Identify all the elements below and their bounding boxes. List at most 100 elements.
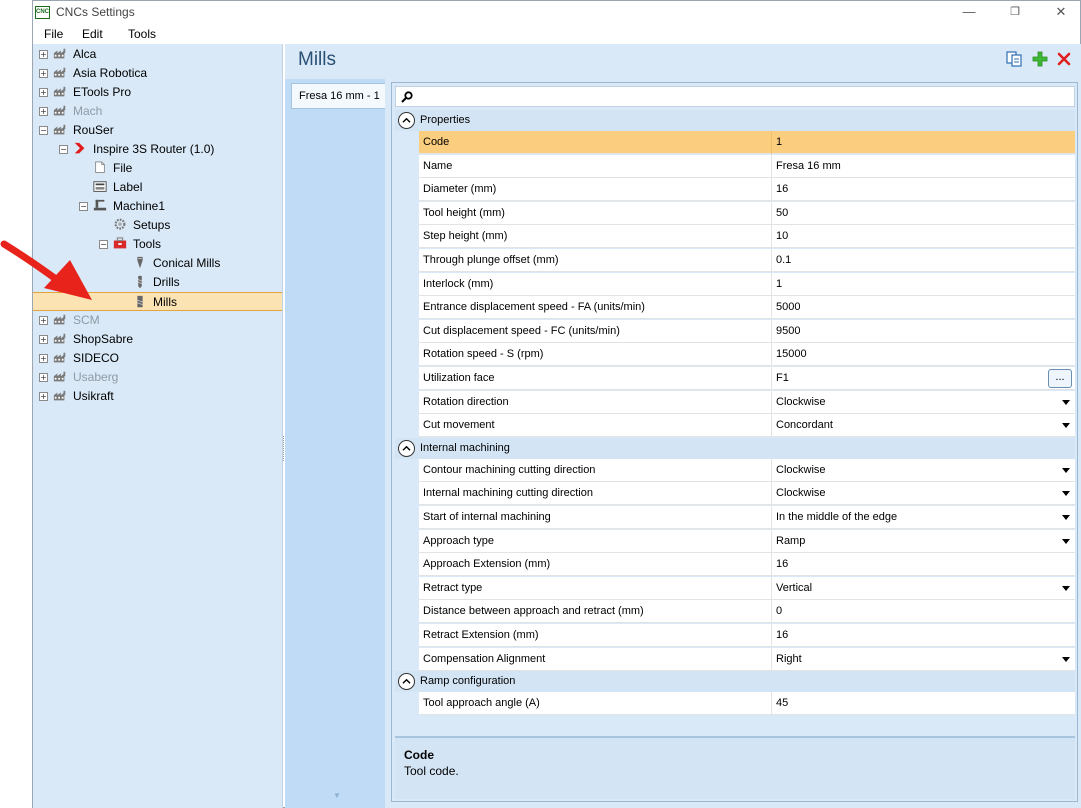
property-value[interactable]: 45: [776, 697, 788, 709]
tree-node-sideco[interactable]: + SIDECO: [33, 349, 282, 368]
property-row[interactable]: Tool approach angle (A) 45: [419, 692, 1075, 716]
property-row[interactable]: Approach Extension (mm) 16: [419, 553, 1075, 577]
column-divider[interactable]: [771, 201, 772, 225]
property-value[interactable]: 16: [776, 558, 788, 570]
column-divider[interactable]: [771, 131, 772, 154]
tree-node-mills[interactable]: Mills: [33, 292, 282, 311]
tree-node-conical-mills[interactable]: Conical Mills: [33, 254, 282, 273]
expand-icon[interactable]: +: [39, 392, 48, 401]
dropdown-arrow-icon[interactable]: [1062, 491, 1070, 497]
delete-icon[interactable]: [1056, 51, 1072, 67]
column-divider[interactable]: [771, 553, 772, 577]
property-row[interactable]: Code 1: [419, 131, 1075, 154]
tree-node-tools[interactable]: − Tools: [33, 235, 282, 254]
property-value[interactable]: 0: [776, 605, 782, 617]
property-value[interactable]: In the middle of the edge: [776, 511, 897, 523]
tree-node-label[interactable]: Label: [33, 178, 282, 197]
property-row[interactable]: Internal machining cutting direction Cloc…: [419, 482, 1075, 506]
property-value[interactable]: Right: [776, 653, 802, 665]
property-value[interactable]: Vertical: [776, 582, 812, 594]
tab-fresa-16mm[interactable]: Fresa 16 mm - 1: [291, 83, 385, 109]
column-divider[interactable]: [771, 319, 772, 343]
collapse-category-icon[interactable]: [398, 673, 415, 691]
column-divider[interactable]: [771, 482, 772, 506]
column-divider[interactable]: [771, 506, 772, 529]
menu-file[interactable]: File: [44, 27, 63, 41]
property-row[interactable]: Interlock (mm) 1: [419, 272, 1075, 296]
expand-icon[interactable]: +: [39, 316, 48, 325]
property-value[interactable]: 50: [776, 207, 788, 219]
column-divider[interactable]: [771, 272, 772, 296]
collapse-icon[interactable]: −: [59, 145, 68, 154]
menu-edit[interactable]: Edit: [82, 27, 103, 41]
tree-node-drills[interactable]: Drills: [33, 273, 282, 292]
property-row[interactable]: Name Fresa 16 mm: [419, 154, 1075, 178]
tree-node-scm[interactable]: + SCM: [33, 311, 282, 330]
column-divider[interactable]: [771, 647, 772, 671]
property-row[interactable]: Tool height (mm) 50: [419, 201, 1075, 225]
column-divider[interactable]: [771, 249, 772, 272]
dropdown-arrow-icon[interactable]: [1062, 585, 1070, 591]
property-row[interactable]: Through plunge offset (mm) 0.1: [419, 249, 1075, 272]
property-row[interactable]: Retract type Vertical: [419, 576, 1075, 600]
column-divider[interactable]: [771, 154, 772, 178]
property-value[interactable]: Clockwise: [776, 464, 826, 476]
expand-icon[interactable]: +: [39, 354, 48, 363]
tree-node-etools-pro[interactable]: + ETools Pro: [33, 83, 282, 102]
property-value[interactable]: 9500: [776, 325, 800, 337]
add-icon[interactable]: [1032, 51, 1048, 67]
tree-node-asia-robotica[interactable]: + Asia Robotica: [33, 64, 282, 83]
dropdown-arrow-icon[interactable]: [1062, 399, 1070, 405]
dropdown-arrow-icon[interactable]: [1062, 656, 1070, 662]
tree-node-setups[interactable]: Setups: [33, 216, 282, 235]
expand-icon[interactable]: +: [39, 373, 48, 382]
expand-icon[interactable]: +: [39, 335, 48, 344]
collapse-icon[interactable]: −: [99, 240, 108, 249]
chevron-down-icon[interactable]: ▼: [333, 791, 341, 800]
column-divider[interactable]: [771, 458, 772, 482]
column-divider[interactable]: [771, 390, 772, 414]
property-value[interactable]: 0.1: [776, 254, 791, 266]
collapse-icon[interactable]: −: [79, 202, 88, 211]
property-value[interactable]: 5000: [776, 301, 800, 313]
column-divider[interactable]: [771, 624, 772, 647]
copy-icon[interactable]: [1006, 51, 1022, 67]
property-row[interactable]: Distance between approach and retract (m…: [419, 600, 1075, 624]
property-value[interactable]: Fresa 16 mm: [776, 160, 841, 172]
property-row[interactable]: Diameter (mm) 16: [419, 178, 1075, 202]
property-row[interactable]: Start of internal machining In the middle…: [419, 506, 1075, 529]
tree-node-machine1[interactable]: − Machine1: [33, 197, 282, 216]
column-divider[interactable]: [771, 576, 772, 600]
property-value[interactable]: 1: [776, 278, 782, 290]
property-row[interactable]: Cut movement Concordant: [419, 414, 1075, 438]
collapse-category-icon[interactable]: [398, 439, 415, 457]
tree-node-file[interactable]: File: [33, 159, 282, 178]
property-row[interactable]: Entrance displacement speed - FA (units/…: [419, 296, 1075, 320]
property-row[interactable]: Cut displacement speed - FC (units/min) 9…: [419, 319, 1075, 343]
column-divider[interactable]: [771, 296, 772, 320]
expand-icon[interactable]: +: [39, 50, 48, 59]
property-value[interactable]: F1: [776, 372, 789, 384]
column-divider[interactable]: [771, 414, 772, 438]
column-divider[interactable]: [771, 529, 772, 553]
property-value[interactable]: 1: [776, 136, 782, 148]
tree-node-alca[interactable]: + Alca: [33, 45, 282, 64]
dropdown-arrow-icon[interactable]: [1062, 515, 1070, 520]
property-value[interactable]: 10: [776, 230, 788, 242]
property-value[interactable]: 15000: [776, 348, 807, 360]
expand-icon[interactable]: +: [39, 107, 48, 116]
tree-node-shopsabre[interactable]: + ShopSabre: [33, 330, 282, 349]
column-divider[interactable]: [771, 367, 772, 390]
property-row[interactable]: Compensation Alignment Right: [419, 647, 1075, 671]
expand-icon[interactable]: +: [39, 69, 48, 78]
property-value[interactable]: Concordant: [776, 419, 833, 431]
tree-node-usaberg[interactable]: + Usaberg: [33, 368, 282, 387]
search-input[interactable]: [395, 86, 1075, 107]
property-row[interactable]: Utilization face F1...: [419, 367, 1075, 390]
dropdown-arrow-icon[interactable]: [1062, 423, 1070, 429]
property-value[interactable]: 16: [776, 629, 788, 641]
close-button[interactable]: ✕: [1038, 1, 1081, 25]
collapse-icon[interactable]: −: [39, 126, 48, 135]
menu-tools[interactable]: Tools: [128, 27, 156, 41]
cnc-tree[interactable]: + Alca + Asia Robotica + ETools Pro + Mach − RouS…: [33, 44, 283, 808]
